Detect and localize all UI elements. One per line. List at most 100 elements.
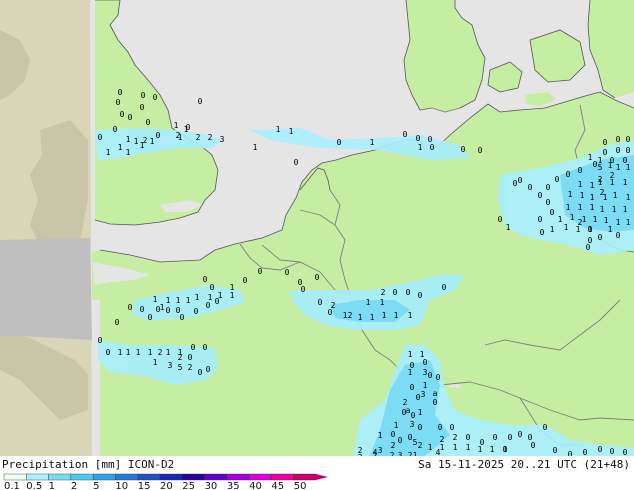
precip-value-label: 2 bbox=[610, 171, 615, 180]
precip-value-label: 1 bbox=[184, 125, 189, 134]
precip-value-label: 2 bbox=[176, 131, 181, 140]
precip-value-label: 0 bbox=[393, 288, 398, 297]
precip-value-label: 1 bbox=[370, 138, 375, 147]
precip-value-label: 1 bbox=[558, 215, 563, 224]
precip-value-label: 0 bbox=[198, 368, 203, 377]
precip-value-label: 1 bbox=[408, 311, 413, 320]
precip-value-label: 0 bbox=[206, 365, 211, 374]
precip-value-label: 2 bbox=[600, 188, 605, 197]
precip-value-label: 0 bbox=[194, 307, 199, 316]
precip-value-label: 1 bbox=[358, 313, 363, 322]
precip-value-label: 0 bbox=[203, 275, 208, 284]
precip-value-label: 1 bbox=[506, 223, 511, 232]
precip-value-label: 1 bbox=[588, 225, 593, 234]
precip-value-label: 1 bbox=[289, 127, 294, 136]
precip-value-label: 0 bbox=[120, 110, 125, 119]
precip-value-label: 0 bbox=[398, 436, 403, 445]
scale-swatch bbox=[182, 473, 205, 481]
precip-value-label: 0 bbox=[626, 146, 631, 155]
scale-label: 0.5 bbox=[26, 481, 42, 490]
precip-value-label: 2 bbox=[143, 136, 148, 145]
precip-value-label: 0 bbox=[115, 318, 120, 327]
precip-value-label: 0 bbox=[428, 371, 433, 380]
precip-value-label: 1 bbox=[578, 180, 583, 189]
precip-value-label: 0 bbox=[128, 113, 133, 122]
precip-value-label: 0 bbox=[550, 208, 555, 217]
precip-value-label: 2 bbox=[578, 218, 583, 227]
precip-value-label: 0 bbox=[553, 446, 558, 455]
precip-value-label: 2 bbox=[178, 353, 183, 362]
precip-value-label: 1 bbox=[550, 225, 555, 234]
precip-value-label: 0 bbox=[113, 125, 118, 134]
map-canvas: 0 0 0000 000000000 0 00 0 000 0 00 0 000 00000000 000… bbox=[0, 0, 634, 490]
precip-value-label: 0 bbox=[493, 433, 498, 442]
precip-value-label: 0 bbox=[546, 183, 551, 192]
precip-value-label: 0 bbox=[106, 348, 111, 357]
scale-label: 25 bbox=[182, 481, 195, 490]
scale-swatch bbox=[115, 473, 138, 481]
precip-value-label: 0 bbox=[416, 134, 421, 143]
precip-value-label: 0 bbox=[623, 448, 628, 457]
precip-value-label: 0 bbox=[258, 267, 263, 276]
precip-value-label: 0 bbox=[626, 135, 631, 144]
precip-value-label: 1 bbox=[418, 143, 423, 152]
precip-value-label: 0 bbox=[140, 103, 145, 112]
scale-swatch bbox=[159, 473, 183, 481]
scale-swatch bbox=[293, 473, 317, 481]
precip-value-label: 1 bbox=[608, 225, 613, 234]
precip-value-label: 1 bbox=[478, 445, 483, 454]
valid-time: Sa 15-11-2025 20..21 UTC (21+48) bbox=[418, 458, 630, 471]
precip-value-label: 0 bbox=[128, 303, 133, 312]
scale-label: 2 bbox=[71, 481, 77, 490]
precip-value-label: 4 bbox=[373, 448, 378, 457]
precip-value-label: 0 bbox=[528, 183, 533, 192]
precip-value-label: 0 bbox=[206, 301, 211, 310]
precip-value-label: 1 bbox=[380, 298, 385, 307]
precip-value-label: 1 bbox=[166, 348, 171, 357]
precip-value-label: 1 bbox=[218, 291, 223, 300]
precip-value-label: 5 bbox=[413, 438, 418, 447]
precip-value-label: 1 bbox=[590, 193, 595, 202]
precip-value-label: 1 bbox=[174, 121, 179, 130]
precip-value-label: 1 bbox=[608, 161, 613, 170]
precip-value-label: 0 bbox=[403, 130, 408, 139]
precip-value-label: 0 bbox=[166, 306, 171, 315]
precip-value-label: 1 bbox=[588, 153, 593, 162]
precip-value-label: 1 bbox=[394, 311, 399, 320]
precip-value-label: 1 bbox=[126, 148, 131, 157]
precip-value-label: 1 bbox=[570, 213, 575, 222]
precip-value-label: 1 bbox=[590, 203, 595, 212]
precip-value-label: 0 bbox=[466, 433, 471, 442]
scale-swatch bbox=[226, 473, 250, 481]
scale-swatch bbox=[48, 473, 72, 481]
scale-label: 10 bbox=[115, 481, 128, 490]
precip-value-label: 0 bbox=[433, 398, 438, 407]
outside-sea bbox=[0, 238, 92, 340]
precip-value-label: 1 bbox=[626, 193, 631, 202]
precip-value-label: 0 bbox=[478, 146, 483, 155]
precip-value-label: 2 bbox=[188, 363, 193, 372]
precip-value-label: 0 bbox=[461, 145, 466, 154]
precip-value-label: 1 bbox=[453, 443, 458, 452]
precip-value-label: 0 bbox=[513, 179, 518, 188]
precip-value-label: 0 bbox=[518, 176, 523, 185]
precip-value-label: 0 bbox=[411, 411, 416, 420]
precip-value-label: 1 bbox=[564, 223, 569, 232]
scale-label: 20 bbox=[160, 481, 173, 490]
precip-value-label: 4 bbox=[436, 448, 441, 457]
precip-value-label: 1 bbox=[578, 203, 583, 212]
precip-value-label: 1 bbox=[153, 358, 158, 367]
precip-value-label: 1 bbox=[118, 143, 123, 152]
precip-value-label: 0 bbox=[191, 343, 196, 352]
precip-value-label: 1 bbox=[118, 348, 123, 357]
scale-label: 35 bbox=[227, 481, 240, 490]
precip-value-label: 0 bbox=[318, 298, 323, 307]
precip-value-label: 0 bbox=[203, 343, 208, 352]
scale-label: 0.1 bbox=[4, 481, 20, 490]
precip-value-label: 5 bbox=[598, 163, 603, 172]
precip-value-label: 0 bbox=[540, 228, 545, 237]
precip-value-label: 1 bbox=[195, 293, 200, 302]
precip-value-label: 1 bbox=[148, 348, 153, 357]
precip-value-label: 0 bbox=[450, 423, 455, 432]
precip-value-label: 1 bbox=[126, 348, 131, 357]
